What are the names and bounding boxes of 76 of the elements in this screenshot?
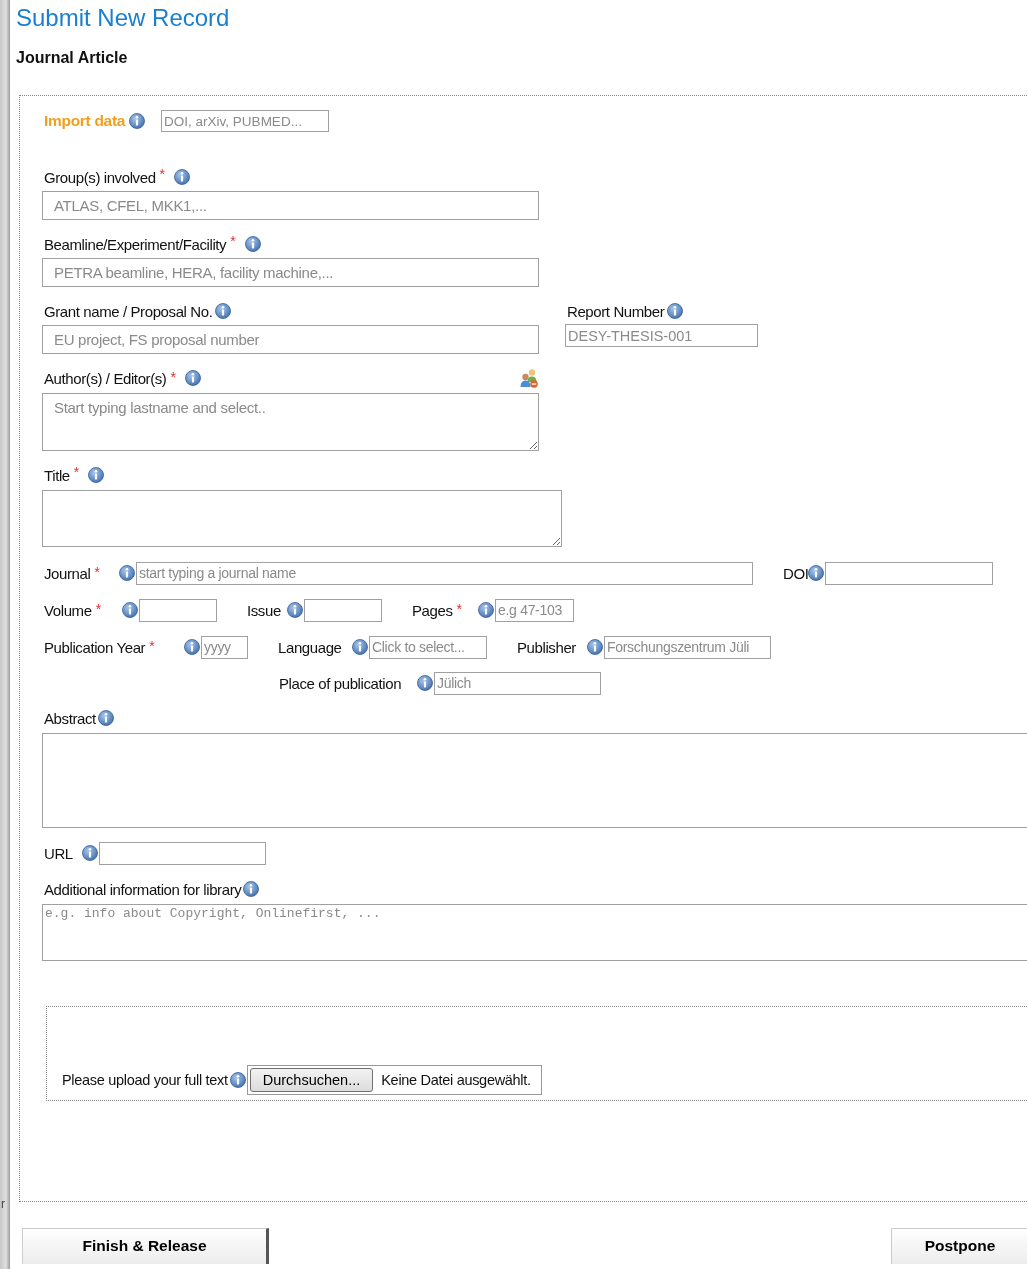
field-label: Beamline/Experiment/Facility	[44, 235, 227, 253]
field-label: Abstract	[44, 709, 96, 727]
field-label: Volume	[44, 601, 92, 619]
doi-field[interactable]	[825, 561, 994, 585]
field-label: Pages	[412, 601, 453, 619]
info-icon[interactable]	[243, 881, 260, 897]
finish-button[interactable]: Finish & Release	[22, 1228, 269, 1264]
field-label: URL	[44, 844, 73, 862]
info-icon[interactable]	[244, 236, 261, 252]
required-mark: *	[456, 600, 462, 617]
title-field[interactable]	[42, 490, 562, 547]
info-icon[interactable]	[97, 710, 114, 726]
field-label: Group(s) involved	[44, 168, 156, 186]
field-label: Additional information for library	[44, 880, 242, 898]
required-mark: *	[73, 464, 80, 480]
field-label: Author(s) / Editor(s)	[44, 369, 167, 387]
required-mark: *	[159, 166, 166, 182]
import-label: Import data	[44, 112, 126, 130]
info-icon[interactable]	[229, 1072, 246, 1088]
field-label: Publisher	[517, 638, 576, 656]
info-icon[interactable]	[417, 675, 433, 691]
edge-text: r	[1, 1197, 6, 1211]
info-icon[interactable]	[88, 467, 105, 483]
grant-field[interactable]: EU project, FS proposal number	[42, 325, 539, 354]
import-field[interactable]: DOI, arXiv, PUBMED...	[161, 110, 330, 132]
field-label: Report Number	[567, 302, 665, 320]
report-number-field[interactable]: DESY-THESIS-001	[565, 324, 758, 347]
record-type-heading: Journal Article	[16, 48, 129, 68]
info-icon[interactable]	[174, 169, 191, 185]
field-label: Journal	[44, 564, 91, 582]
info-icon[interactable]	[352, 639, 368, 655]
journal-field[interactable]: start typing a journal name	[136, 561, 753, 585]
beamline-field[interactable]: PETRA beamline, HERA, facility machine,...	[42, 258, 539, 287]
info-icon[interactable]	[184, 370, 201, 386]
field-label: DOI	[783, 564, 809, 582]
groups-field[interactable]: ATLAS, CFEL, MKK1,...	[42, 191, 539, 220]
place-field[interactable]: Jülich	[434, 671, 601, 695]
field-label: Grant name / Proposal No.	[44, 302, 213, 320]
url-field[interactable]	[99, 841, 266, 865]
pages-field[interactable]: e.g 47-103	[495, 598, 574, 622]
required-mark: *	[94, 563, 100, 580]
required-mark: *	[170, 368, 176, 385]
language-field[interactable]: Click to select...	[369, 635, 487, 659]
file-status: Keine Datei ausgewählt.	[381, 1072, 531, 1088]
info-icon[interactable]	[215, 303, 232, 319]
field-label: Title	[44, 466, 70, 484]
field-label: Publication Year	[44, 638, 146, 656]
required-mark: *	[149, 637, 155, 654]
info-icon[interactable]	[129, 113, 146, 129]
upload-label: Please upload your full text	[62, 1072, 228, 1088]
postpone-button[interactable]: Postpone	[891, 1228, 1027, 1264]
library-info-field[interactable]: e.g. info about Copyright, Onlinefirst, ...	[42, 904, 1027, 961]
info-icon[interactable]	[82, 845, 98, 861]
volume-field[interactable]	[139, 598, 217, 622]
abstract-field[interactable]	[42, 733, 1027, 828]
browse-button[interactable]: Durchsuchen...	[249, 1068, 374, 1092]
info-icon[interactable]	[808, 565, 825, 581]
required-mark: *	[230, 233, 236, 249]
field-label: Language	[278, 638, 342, 656]
issue-field[interactable]	[304, 598, 382, 622]
info-icon[interactable]	[287, 602, 303, 618]
info-icon[interactable]	[184, 639, 200, 655]
authors-field[interactable]: Start typing lastname and select..	[42, 393, 539, 451]
info-icon[interactable]	[478, 602, 494, 618]
info-icon[interactable]	[119, 565, 135, 581]
info-icon[interactable]	[667, 303, 684, 319]
publisher-field[interactable]: Forschungszentrum Jüli	[604, 635, 771, 659]
page-title: Submit New Record	[16, 4, 231, 32]
people-icon[interactable]	[519, 368, 539, 388]
info-icon[interactable]	[587, 639, 603, 655]
file-picker[interactable]: Durchsuchen... Keine Datei ausgewählt.	[246, 1065, 542, 1095]
field-label: Issue	[247, 601, 281, 619]
required-mark: *	[95, 600, 102, 617]
year-field[interactable]: yyyy	[201, 635, 248, 659]
info-icon[interactable]	[122, 602, 138, 618]
field-label: Place of publication	[279, 674, 402, 692]
